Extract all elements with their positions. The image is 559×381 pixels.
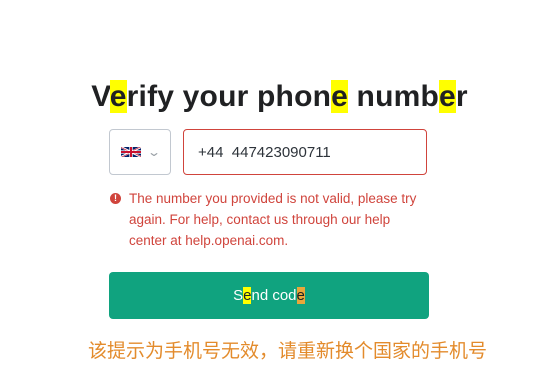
title-highlight: e bbox=[439, 80, 456, 114]
country-selector[interactable]: ⌄ bbox=[109, 129, 171, 175]
send-code-button[interactable]: Se nd cod e bbox=[109, 272, 429, 319]
title-part: r bbox=[455, 80, 468, 114]
send-label-highlight: e bbox=[296, 287, 305, 304]
error-icon: ! bbox=[110, 193, 121, 204]
title-highlight: e bbox=[331, 80, 349, 114]
title-highlight: e bbox=[109, 80, 127, 114]
send-label-part: S bbox=[233, 287, 244, 304]
page-title: Verify your phone number bbox=[0, 80, 559, 114]
uk-flag-icon bbox=[120, 146, 141, 158]
title-part: rify your phon bbox=[126, 80, 332, 114]
send-label-highlight: e bbox=[243, 287, 252, 304]
error-text: The number you provided is not valid, pl… bbox=[129, 191, 417, 248]
annotation-note: 该提示为手机号无效，请重新换个国家的手机号 bbox=[87, 340, 487, 362]
error-message: ! The number you provided is not valid, … bbox=[110, 188, 430, 251]
chevron-down-icon: ⌄ bbox=[146, 145, 162, 159]
title-part: V bbox=[91, 80, 110, 114]
phone-input-row: ⌄ +44 447423090711 bbox=[109, 129, 427, 175]
title-part: numb bbox=[348, 80, 440, 114]
send-label-part: nd cod bbox=[251, 287, 297, 304]
phone-number-input[interactable]: +44 447423090711 bbox=[183, 129, 427, 175]
